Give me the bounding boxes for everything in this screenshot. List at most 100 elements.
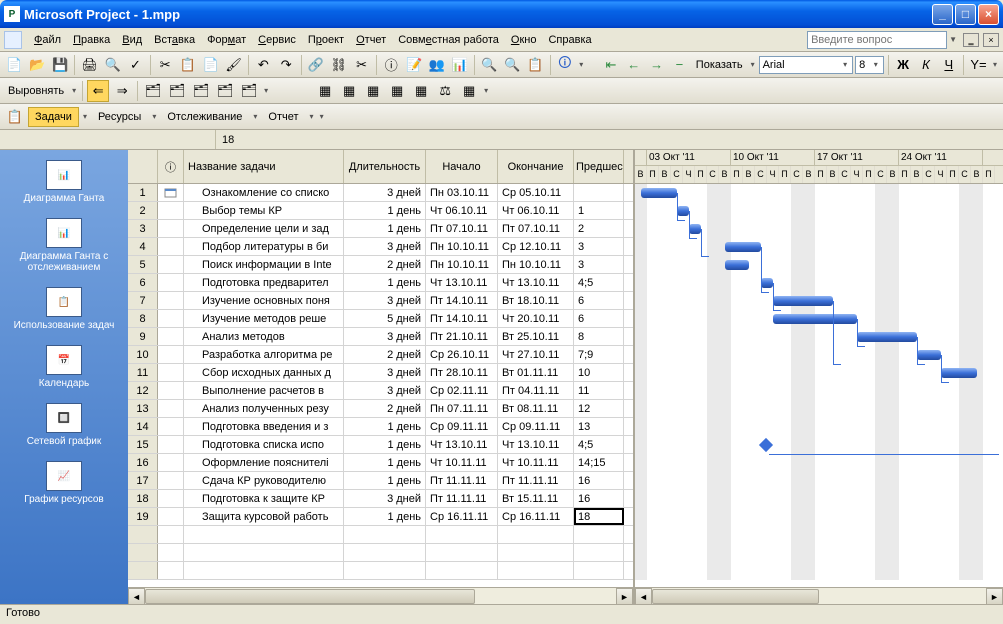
duration-cell[interactable]: 3 дней xyxy=(344,238,426,255)
sidebar-item-2[interactable]: 📋Использование задач xyxy=(0,283,128,341)
pred-cell[interactable]: 8 xyxy=(574,328,624,345)
tb4-1[interactable]: ▦ xyxy=(314,80,336,102)
day-header[interactable]: П xyxy=(779,166,791,183)
start-cell[interactable]: Чт 13.10.11 xyxy=(426,436,498,453)
start-cell[interactable]: Пн 10.10.11 xyxy=(426,238,498,255)
tb4-6[interactable]: ⚖ xyxy=(434,80,456,102)
duration-cell[interactable]: 2 дней xyxy=(344,400,426,417)
viewbar-overflow-icon[interactable]: ▾ xyxy=(318,112,326,121)
table-row-empty[interactable] xyxy=(128,544,633,562)
day-header[interactable]: П xyxy=(983,166,995,183)
menu-edit[interactable]: Правка xyxy=(67,31,116,49)
day-header[interactable]: С xyxy=(959,166,971,183)
gantt-scroll-left-icon[interactable]: ◄ xyxy=(635,588,652,605)
day-header[interactable]: Ч xyxy=(851,166,863,183)
finish-cell[interactable]: Вт 25.10.11 xyxy=(498,328,574,345)
day-header[interactable]: П xyxy=(731,166,743,183)
start-cell[interactable]: Пт 14.10.11 xyxy=(426,310,498,327)
gantt-hscroll[interactable]: ◄ ► xyxy=(635,587,1003,604)
row-number[interactable]: 18 xyxy=(128,490,158,507)
col-name[interactable]: Название задачи xyxy=(184,150,344,183)
zoom-out-button[interactable]: 🔍 xyxy=(502,54,523,76)
maximize-button[interactable]: □ xyxy=(955,4,976,25)
name-cell[interactable]: Оформление пояснителі xyxy=(184,454,344,471)
duration-cell[interactable]: 5 дней xyxy=(344,310,426,327)
day-header[interactable]: В xyxy=(635,166,647,183)
table-row[interactable]: 16Оформление пояснителі1 деньЧт 10.11.11… xyxy=(128,454,633,472)
week-header[interactable]: 17 Окт '11 xyxy=(815,150,899,165)
minimize-button[interactable]: _ xyxy=(932,4,953,25)
pred-cell[interactable]: 6 xyxy=(574,310,624,327)
grid-hscroll[interactable]: ◄ ► xyxy=(128,587,633,604)
tb4-7[interactable]: ▦ xyxy=(458,80,480,102)
start-cell[interactable]: Ср 26.10.11 xyxy=(426,346,498,363)
goto-button[interactable]: 📋 xyxy=(525,54,546,76)
guide-icon[interactable]: 📋 xyxy=(4,106,26,128)
finish-cell[interactable]: Чт 20.10.11 xyxy=(498,310,574,327)
show-dropdown-icon[interactable]: ▾ xyxy=(749,60,757,69)
start-cell[interactable]: Пт 11.11.11 xyxy=(426,490,498,507)
sidebar-item-3[interactable]: 📅Календарь xyxy=(0,341,128,399)
outline4-button[interactable]: 🗂 xyxy=(214,80,236,102)
bold-button[interactable]: Ж xyxy=(893,54,914,76)
scroll-right-icon[interactable]: ► xyxy=(616,588,633,605)
finish-cell[interactable]: Вт 08.11.11 xyxy=(498,400,574,417)
table-row[interactable]: 3Определение цели и зад1 деньПт 07.10.11… xyxy=(128,220,633,238)
finish-cell[interactable]: Вт 15.11.11 xyxy=(498,490,574,507)
table-row[interactable]: 1Ознакомление со списко3 днейПн 03.10.11… xyxy=(128,184,633,202)
week-header[interactable]: 24 Окт '11 xyxy=(899,150,983,165)
outline1-button[interactable]: 🗂 xyxy=(142,80,164,102)
table-row[interactable]: 18Подготовка к защите КР3 днейПт 11.11.1… xyxy=(128,490,633,508)
help-search-input[interactable] xyxy=(807,31,947,49)
undo-button[interactable]: ↶ xyxy=(253,54,274,76)
start-cell[interactable]: Чт 13.10.11 xyxy=(426,274,498,291)
indent-button[interactable]: ⇒ xyxy=(111,80,133,102)
app-menu-icon[interactable] xyxy=(4,31,22,49)
pred-cell[interactable]: 10 xyxy=(574,364,624,381)
day-header[interactable]: С xyxy=(707,166,719,183)
nav-stop-button[interactable]: − xyxy=(669,54,690,76)
row-number[interactable]: 10 xyxy=(128,346,158,363)
row-number[interactable]: 14 xyxy=(128,418,158,435)
filter-button[interactable]: Y= xyxy=(968,54,989,76)
show-label[interactable]: Показать xyxy=(692,59,747,71)
mdi-close-button[interactable]: × xyxy=(983,33,999,47)
day-header[interactable]: В xyxy=(659,166,671,183)
table-row[interactable]: 8Изучение методов реше5 днейПт 14.10.11Ч… xyxy=(128,310,633,328)
duration-cell[interactable]: 3 дней xyxy=(344,490,426,507)
duration-cell[interactable]: 1 день xyxy=(344,220,426,237)
gantt-bar[interactable] xyxy=(773,314,857,324)
tracking-tab[interactable]: Отслеживание xyxy=(160,107,249,127)
week-header[interactable]: 10 Окт '11 xyxy=(731,150,815,165)
duration-cell[interactable]: 3 дней xyxy=(344,364,426,381)
underline-button[interactable]: Ч xyxy=(938,54,959,76)
help-button[interactable]: 🛈 xyxy=(554,54,575,76)
cell-value[interactable]: 18 xyxy=(216,134,240,146)
help-dropdown-icon[interactable]: ▼ xyxy=(947,35,959,44)
tb4-3[interactable]: ▦ xyxy=(362,80,384,102)
finish-cell[interactable]: Чт 13.10.11 xyxy=(498,274,574,291)
name-cell[interactable]: Поиск информации в Inte xyxy=(184,256,344,273)
duration-cell[interactable]: 3 дней xyxy=(344,382,426,399)
align-label[interactable]: Выровнять xyxy=(4,85,68,97)
table-row[interactable]: 6Подготовка предварител1 деньЧт 13.10.11… xyxy=(128,274,633,292)
name-cell[interactable]: Защита курсовой работь xyxy=(184,508,344,525)
duration-cell[interactable]: 2 дней xyxy=(344,346,426,363)
tb4-overflow-icon[interactable]: ▾ xyxy=(482,86,490,95)
finish-cell[interactable]: Вт 18.10.11 xyxy=(498,292,574,309)
table-row[interactable]: 11Сбор исходных данных д3 днейПт 28.10.1… xyxy=(128,364,633,382)
finish-cell[interactable]: Пт 04.11.11 xyxy=(498,382,574,399)
outline-overflow-icon[interactable]: ▾ xyxy=(262,86,270,95)
finish-cell[interactable]: Чт 13.10.11 xyxy=(498,436,574,453)
day-header[interactable]: В xyxy=(887,166,899,183)
open-button[interactable]: 📂 xyxy=(27,54,48,76)
row-number[interactable]: 16 xyxy=(128,454,158,471)
pred-cell[interactable]: 14;15 xyxy=(574,454,624,471)
day-header[interactable]: В xyxy=(719,166,731,183)
nav-prev-button[interactable]: ← xyxy=(623,54,644,76)
duration-cell[interactable]: 1 день xyxy=(344,202,426,219)
gantt-bar[interactable] xyxy=(725,260,749,270)
duration-cell[interactable]: 1 день xyxy=(344,508,426,525)
table-row[interactable]: 13Анализ полученных резу2 днейПн 07.11.1… xyxy=(128,400,633,418)
menu-view[interactable]: Вид xyxy=(116,31,148,49)
